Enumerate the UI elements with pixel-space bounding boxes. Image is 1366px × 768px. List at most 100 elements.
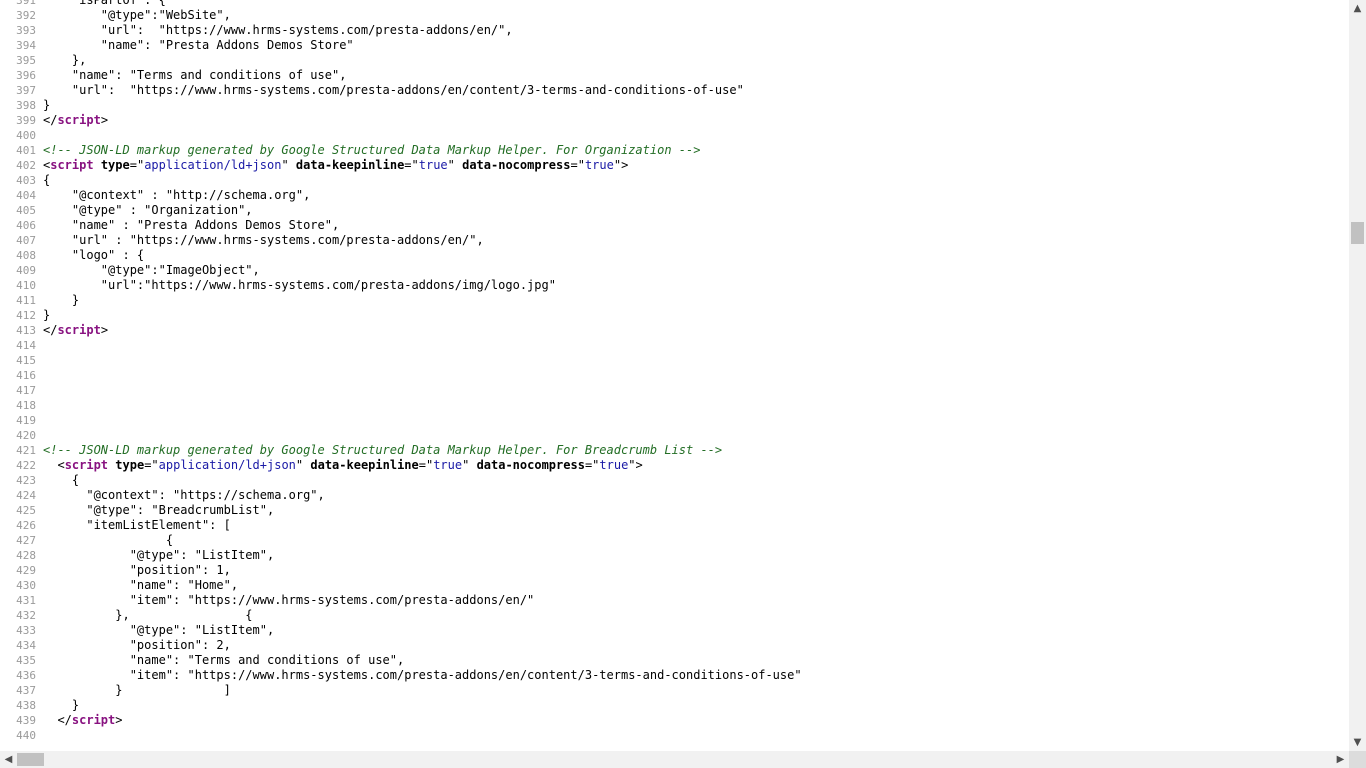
code-text: }, [43,53,87,67]
code-line: 406 "name" : "Presta Addons Demos Store"… [0,218,1349,233]
code-line: 419 [0,413,1349,428]
code-line: 411 } [0,293,1349,308]
line-number: 425 [16,504,36,517]
code-text: "@type": "ListItem", [43,623,275,637]
vertical-scroll-thumb[interactable] [1351,222,1364,244]
scroll-right-icon[interactable]: ▶ [1332,751,1349,768]
code-text: </ [43,113,58,127]
line-number: 415 [16,354,36,367]
line-number: 420 [16,429,36,442]
code-text: } ] [43,683,231,697]
attribute-value: true [599,458,629,472]
scroll-left-icon[interactable]: ◀ [0,751,17,768]
code-text: =" [570,158,585,172]
horizontal-scroll-thumb[interactable] [17,753,44,766]
code-text: =" [584,458,600,472]
line-content: "position": 2, [43,638,231,653]
code-line: 395 }, [0,53,1349,68]
vertical-scrollbar[interactable]: ▲ ▼ [1349,0,1366,751]
code-line: 392 "@type":"WebSite", [0,8,1349,23]
line-content: "name" : "Presta Addons Demos Store", [43,218,339,233]
code-text: "name" : "Presta Addons Demos Store", [43,218,340,232]
code-text: "name": "Terms and conditions of use", [43,653,405,667]
code-text: "logo" : { [43,248,145,262]
code-line: 439 </script> [0,713,1349,728]
code-line: 399 </script> [0,113,1349,128]
attribute-value: application/ld+json [158,458,296,472]
code-comment: <!-- JSON-LD markup generated by Google … [43,143,701,157]
code-line: 403 { [0,173,1349,188]
line-number: 393 [16,24,36,37]
code-text: "> [613,158,629,172]
line-number: 436 [16,669,36,682]
code-line: 400 [0,128,1349,143]
line-content: "@type":"WebSite", [43,8,231,23]
code-line: 415 [0,353,1349,368]
tag-name: script [57,113,101,127]
line-content: <!-- JSON-LD markup generated by Google … [43,443,722,458]
code-line: 432 }, { [0,608,1349,623]
line-number: 412 [16,309,36,322]
line-content: "@type": "ListItem", [43,548,275,563]
code-text: " [462,458,477,472]
code-line: 428 "@type": "ListItem", [0,548,1349,563]
line-number: 433 [16,624,36,637]
code-line: 417 [0,383,1349,398]
code-text: =" [129,158,145,172]
line-number: 431 [16,594,36,607]
line-number: 394 [16,39,36,52]
line-number: 437 [16,684,36,697]
line-number: 419 [16,414,36,427]
code-text: =" [404,158,419,172]
line-content: } [43,698,79,713]
tag-name: script [57,323,101,337]
code-line: 412} [0,308,1349,323]
line-content: } [43,293,79,308]
code-text: =" [418,458,434,472]
code-line: 391 "isPartOf": { [0,0,1349,8]
line-content: "@type": "BreadcrumbList", [43,503,274,518]
line-content: }, [43,53,86,68]
line-content: "isPartOf": { [43,0,166,8]
line-number: 440 [16,729,36,742]
code-line: 435 "name": "Terms and conditions of use… [0,653,1349,668]
code-text: "position": 1, [43,563,231,577]
line-number: 392 [16,9,36,22]
line-content: } [43,308,50,323]
tag-name: script [71,713,116,727]
source-code: 391 "isPartOf": {392 "@type":"WebSite", 3… [0,0,1349,743]
line-content: "name": "Terms and conditions of use", [43,68,347,83]
line-number: 426 [16,519,36,532]
line-number: 402 [16,159,36,172]
scroll-down-icon[interactable]: ▼ [1349,734,1366,751]
line-number: 404 [16,189,36,202]
code-text: > [115,713,123,727]
line-number: 407 [16,234,36,247]
attribute-name: data-keepinline [295,158,405,172]
code-text: "url":"https://www.hrms-systems.com/pres… [43,278,556,292]
scroll-up-icon[interactable]: ▲ [1349,0,1366,17]
code-line: 421 <!-- JSON-LD markup generated by Goog… [0,443,1349,458]
code-text: { [43,173,51,187]
line-number: 418 [16,399,36,412]
code-line: 407 "url" : "https://www.hrms-systems.co… [0,233,1349,248]
horizontal-scrollbar[interactable]: ◀ ▶ [0,751,1349,768]
line-content: </script> [43,713,123,728]
line-number: 398 [16,99,36,112]
code-line: 401 <!-- JSON-LD markup generated by Goog… [0,143,1349,158]
attribute-value: application/ld+json [144,158,282,172]
code-line: 434 "position": 2, [0,638,1349,653]
code-text: " [447,158,463,172]
line-number: 408 [16,249,36,262]
code-text: =" [144,458,159,472]
line-content: "itemListElement": [ [43,518,231,533]
code-line: 394 "name": "Presta Addons Demos Store" [0,38,1349,53]
line-content: "@type":"ImageObject", [43,263,260,278]
code-text: "isPartOf": { [43,0,166,7]
line-number: 414 [16,339,36,352]
code-text: "name": "Terms and conditions of use", [43,68,347,82]
line-content: "position": 1, [43,563,231,578]
line-number: 416 [16,369,36,382]
line-content: "name": "Home", [43,578,238,593]
source-viewer[interactable]: 391 "isPartOf": {392 "@type":"WebSite", 3… [0,0,1349,751]
